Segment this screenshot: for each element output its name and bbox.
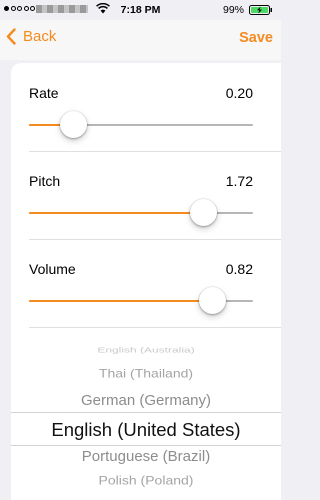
picker-option[interactable]: English (Australia) xyxy=(11,346,281,355)
save-button[interactable]: Save xyxy=(239,30,273,46)
volume-slider-fill xyxy=(29,300,213,302)
pitch-slider-fill xyxy=(29,212,204,214)
pitch-row: Pitch 1.72 xyxy=(11,151,281,239)
divider xyxy=(29,327,281,328)
pitch-label: Pitch xyxy=(29,173,61,189)
picker-selected-option[interactable]: English (United States) xyxy=(11,419,281,441)
pitch-slider-thumb[interactable] xyxy=(190,199,218,226)
rate-slider-thumb[interactable] xyxy=(60,111,88,138)
chevron-left-icon xyxy=(6,28,16,45)
pitch-value: 1.72 xyxy=(225,173,253,189)
back-button[interactable]: Back xyxy=(6,28,56,45)
rate-slider[interactable] xyxy=(29,111,253,138)
navigation-bar: Back Save xyxy=(0,20,281,60)
volume-slider[interactable] xyxy=(29,287,253,314)
voice-picker[interactable]: English (Australia) Thai (Thailand) Germ… xyxy=(11,341,281,500)
picker-option[interactable]: Portuguese (Brazil) xyxy=(11,448,281,465)
rate-row: Rate 0.20 xyxy=(11,63,281,151)
picker-selection-top-line xyxy=(11,412,281,413)
status-bar: 7:18 PM 99% xyxy=(0,0,281,20)
volume-slider-thumb[interactable] xyxy=(199,287,227,314)
rate-label: Rate xyxy=(29,85,59,101)
picker-option[interactable]: Polish (Poland) xyxy=(11,473,281,487)
rate-value: 0.20 xyxy=(225,85,253,101)
volume-row: Volume 0.82 xyxy=(11,239,281,327)
back-button-label: Back xyxy=(23,28,57,45)
battery-charging-icon xyxy=(249,5,272,15)
volume-value: 0.82 xyxy=(225,261,253,277)
picker-selection-bottom-line xyxy=(11,445,281,446)
speech-settings-card: Rate 0.20 Pitch 1.72 Volume 0.82 English… xyxy=(11,63,281,500)
battery-percent: 99% xyxy=(222,4,244,16)
picker-option[interactable]: Thai (Thailand) xyxy=(11,366,281,380)
picker-option[interactable]: German (Germany) xyxy=(11,392,281,409)
volume-label: Volume xyxy=(29,261,76,277)
pitch-slider[interactable] xyxy=(29,199,253,226)
